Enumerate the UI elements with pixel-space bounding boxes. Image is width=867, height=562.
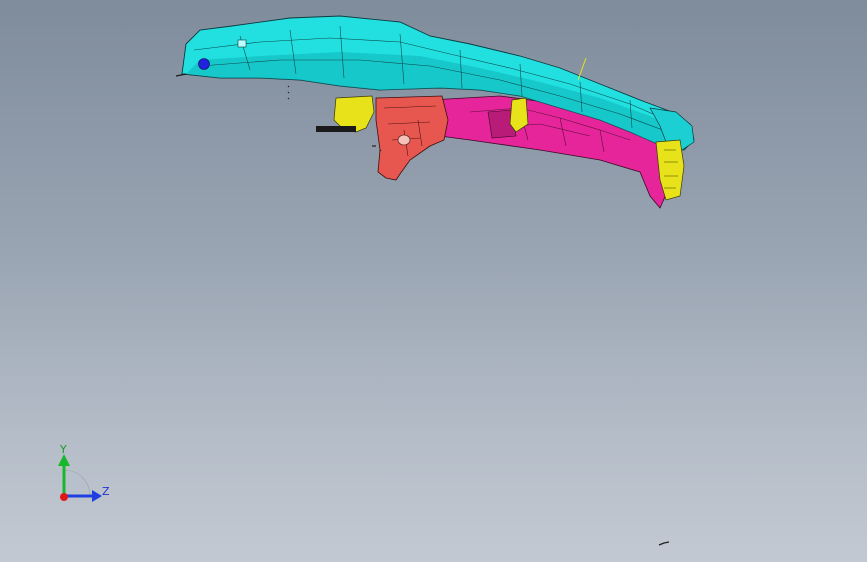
coordinate-triad[interactable]: Y Z	[52, 440, 116, 510]
roof-rail-clip	[237, 39, 247, 48]
front-pillar-hole	[397, 134, 411, 146]
triad-y-label: Y	[60, 443, 67, 456]
triad-z-arrow-icon	[92, 490, 102, 502]
stray-geometry-mark	[658, 541, 670, 546]
triad-z-label: Z	[102, 485, 110, 498]
front-pillar-part[interactable]	[375, 95, 449, 181]
3d-viewport[interactable]: Y Z	[0, 0, 867, 562]
rear-bracket-foot	[316, 126, 356, 132]
rail-base-edge	[175, 73, 187, 77]
roof-rail-hole	[198, 58, 210, 70]
triad-quarter-disc	[63, 469, 91, 497]
triad-x-axis-dot	[60, 493, 68, 501]
car-body-assembly-model[interactable]	[0, 0, 867, 562]
